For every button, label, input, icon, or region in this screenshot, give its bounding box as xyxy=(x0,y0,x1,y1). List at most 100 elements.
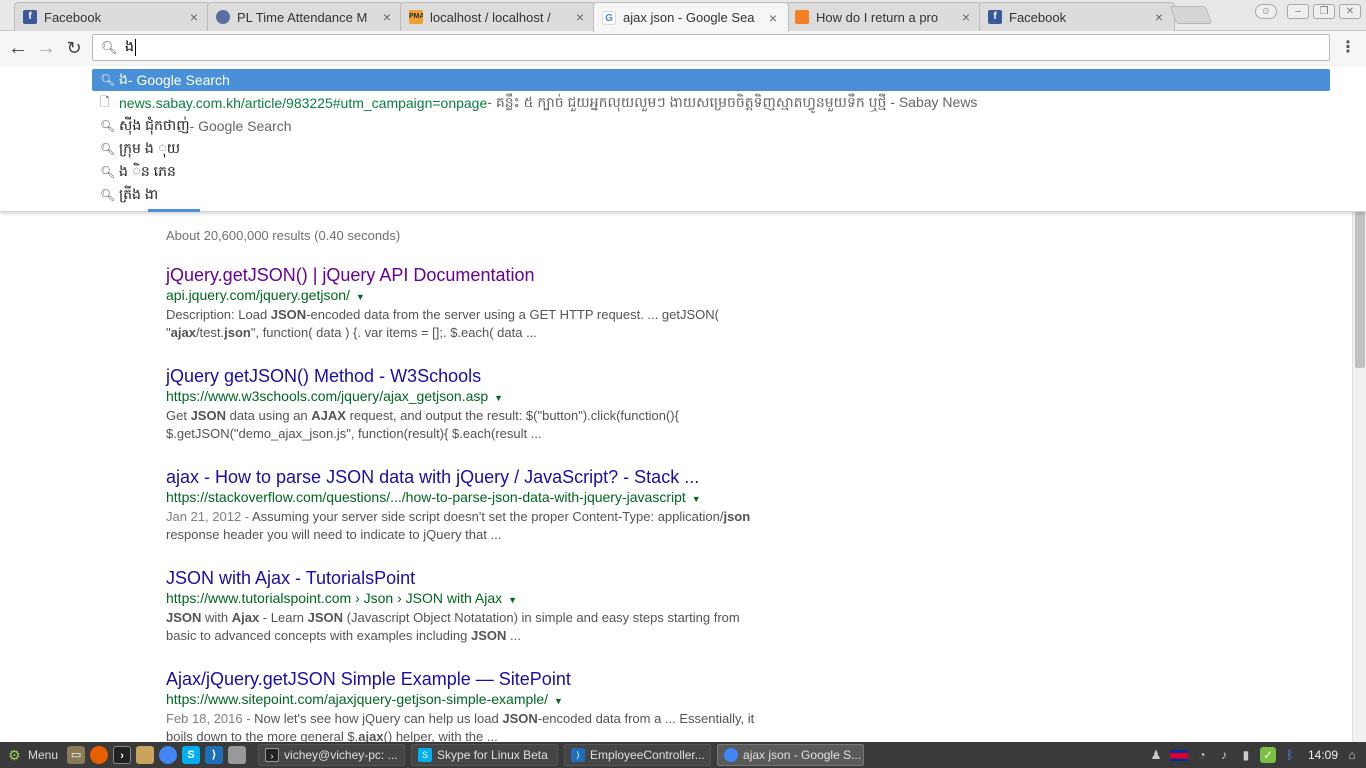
close-icon[interactable]: × xyxy=(187,9,201,25)
task-terminal[interactable]: › vichey@vichey-pc: ... xyxy=(258,744,406,766)
task-label: EmployeeController... xyxy=(590,748,705,762)
tab-stackoverflow[interactable]: How do I return a pro × xyxy=(786,2,982,31)
task-vscode[interactable]: ⟩ EmployeeController... xyxy=(564,744,712,766)
result-url-text: api.jquery.com/jquery.getjson/ xyxy=(166,287,350,303)
tab-ajax-json-google[interactable]: G ajax json - Google Sea × xyxy=(593,2,789,32)
browser-menu-icon[interactable]: ⋮ xyxy=(1340,38,1356,58)
suggestion-item[interactable]: 🗋 news.sabay.com.kh/article/983225#utm_c… xyxy=(92,92,1330,114)
start-menu-button[interactable]: ⚙ Menu xyxy=(4,744,62,766)
vscode-icon[interactable]: ⟩ xyxy=(205,746,224,764)
page-scrollbar[interactable] xyxy=(1352,212,1366,742)
task-label: Skype for Linux Beta xyxy=(437,748,548,762)
firefox-icon[interactable] xyxy=(90,746,109,764)
close-icon[interactable]: × xyxy=(380,9,394,25)
result-title-link[interactable]: JSON with Ajax - TutorialsPoint xyxy=(166,567,766,589)
dropdown-arrow-icon[interactable]: ▼ xyxy=(356,292,365,302)
task-skype[interactable]: S Skype for Linux Beta xyxy=(411,744,559,766)
address-input-value[interactable]: ង xyxy=(125,37,134,58)
snippet-highlight: JSON xyxy=(270,307,307,322)
reload-button[interactable]: ↻ xyxy=(61,35,87,61)
page-icon: 🗋 xyxy=(100,94,110,109)
tab-facebook-2[interactable]: f Facebook × xyxy=(979,2,1175,31)
forward-button[interactable]: → xyxy=(33,35,59,61)
bluetooth-icon[interactable]: ᛒ xyxy=(1282,747,1298,763)
skype-icon[interactable]: S xyxy=(182,746,201,764)
result-url: https://www.sitepoint.com/ajaxjquery-get… xyxy=(166,690,766,710)
close-icon[interactable]: × xyxy=(1152,9,1166,25)
task-label: vichey@vichey-pc: ... xyxy=(284,748,398,762)
dropdown-arrow-icon[interactable]: ▼ xyxy=(554,696,563,706)
snippet-highlight: Ajax xyxy=(231,610,260,625)
facebook-icon: f xyxy=(23,10,37,24)
chrome-icon xyxy=(724,748,739,762)
result-snippet: Get JSON data using an AJAX request, and… xyxy=(166,407,766,443)
facebook-icon: f xyxy=(988,10,1002,24)
close-window-button[interactable]: ✕ xyxy=(1339,4,1361,19)
result-title-link[interactable]: jQuery getJSON() Method - W3Schools xyxy=(166,365,766,387)
suggestion-item[interactable]: 🔍︎ ក្រុម ង ុយ xyxy=(92,138,1330,160)
clock: 14:09 xyxy=(1307,748,1338,762)
tab-title: PL Time Attendance M xyxy=(237,9,368,25)
suggestion-url: news.sabay.com.kh/article/983225#utm_cam… xyxy=(119,95,488,111)
maximize-button[interactable]: ❐ xyxy=(1313,4,1335,19)
result-title-link[interactable]: Ajax/jQuery.getJSON Simple Example — Sit… xyxy=(166,668,766,690)
suggestion-item[interactable]: 🔍︎ ត្រីង ងា xyxy=(92,184,1330,206)
volume-icon[interactable]: ♪ xyxy=(1216,747,1232,763)
suggestion-text: ង xyxy=(119,70,128,87)
chrome-icon[interactable] xyxy=(159,746,178,764)
snippet-highlight: ajax xyxy=(170,325,196,340)
close-icon[interactable]: × xyxy=(959,9,973,25)
wifi-icon[interactable]: ◔ xyxy=(1194,747,1210,763)
result-url: https://www.tutorialspoint.com › Json › … xyxy=(166,589,766,609)
result-url-text: https://stackoverflow.com/questions/.../… xyxy=(166,489,686,505)
close-icon[interactable]: × xyxy=(573,9,587,25)
snippet-text: Now let's see how jQuery can help us loa… xyxy=(254,711,503,726)
snippet-highlight: JSON xyxy=(190,408,226,423)
dropdown-arrow-icon[interactable]: ▼ xyxy=(692,494,701,504)
scrollbar-thumb[interactable] xyxy=(1355,212,1365,368)
address-bar[interactable]: 🔍︎ ង xyxy=(92,34,1330,61)
snippet-text: ", function( data ) {. var items = [];. … xyxy=(250,325,537,340)
suggestion-item[interactable]: 🔍︎ ង - Google Search xyxy=(92,69,1330,91)
software-manager-icon[interactable] xyxy=(228,746,247,764)
user-icon[interactable]: ♟ xyxy=(1148,747,1164,763)
suggestion-desc: - Google Search xyxy=(127,72,230,88)
dropdown-arrow-icon[interactable]: ▼ xyxy=(508,595,517,605)
result-title-link[interactable]: jQuery.getJSON() | jQuery API Documentat… xyxy=(166,264,766,286)
suggestion-text: ង ិន ភេន xyxy=(119,162,176,179)
result-title-link[interactable]: ajax - How to parse JSON data with jQuer… xyxy=(166,466,766,488)
terminal-icon[interactable]: › xyxy=(113,746,132,764)
snippet-highlight: json xyxy=(224,325,251,340)
result-snippet: JSON with Ajax - Learn JSON (Javascript … xyxy=(166,609,766,645)
search-result: JSON with Ajax - TutorialsPoint https://… xyxy=(166,567,766,645)
show-desktop-icon[interactable]: ▭ xyxy=(67,746,86,764)
tab-title: ajax json - Google Sea xyxy=(623,10,755,25)
battery-icon[interactable]: ▮ xyxy=(1238,747,1254,763)
snippet-text: Description: Load xyxy=(166,307,271,322)
keyboard-layout-flag-icon[interactable] xyxy=(1169,749,1188,761)
terminal-icon: › xyxy=(265,748,280,762)
suggestion-desc: - គន្លឹះ ៥ ក្បាច់ ជួយអ្នកលុយលួមៗ ងាយសម្រ… xyxy=(487,93,978,110)
update-ok-icon[interactable]: ✓ xyxy=(1259,747,1276,763)
task-chrome[interactable]: ajax json - Google S... xyxy=(717,744,865,766)
browser-toolbar: ← → ↻ 🔍︎ ង ⋮ xyxy=(0,31,1366,66)
dropdown-arrow-icon[interactable]: ▼ xyxy=(494,393,503,403)
files-icon[interactable] xyxy=(136,746,155,764)
new-tab-button[interactable] xyxy=(1169,6,1213,24)
tab-localhost[interactable]: PMA localhost / localhost / × xyxy=(400,2,596,31)
user-profile-icon[interactable]: ☺ xyxy=(1255,4,1277,19)
skype-icon: S xyxy=(418,748,433,762)
tab-facebook-1[interactable]: f Facebook × xyxy=(14,2,210,31)
snippet-highlight: JSON xyxy=(307,610,344,625)
close-icon[interactable]: × xyxy=(766,10,780,26)
back-button[interactable]: ← xyxy=(5,35,31,61)
tab-pl-time-attendance[interactable]: PL Time Attendance M × xyxy=(207,2,403,31)
minimize-button[interactable]: ‒ xyxy=(1287,4,1309,19)
suggestion-item[interactable]: 🔍︎ ស៊ីង ជុំកថាញ់ - Google Search xyxy=(92,115,1330,137)
mint-logo-icon: ⚙ xyxy=(8,747,21,763)
search-icon: 🔍︎ xyxy=(100,188,116,202)
result-stats: About 20,600,000 results (0.40 seconds) xyxy=(166,228,401,243)
snippet-highlight: ajax xyxy=(358,729,384,742)
show-desktop-corner-icon[interactable]: ⌂ xyxy=(1344,747,1360,763)
suggestion-item[interactable]: 🔍︎ ង ិន ភេន xyxy=(92,161,1330,183)
